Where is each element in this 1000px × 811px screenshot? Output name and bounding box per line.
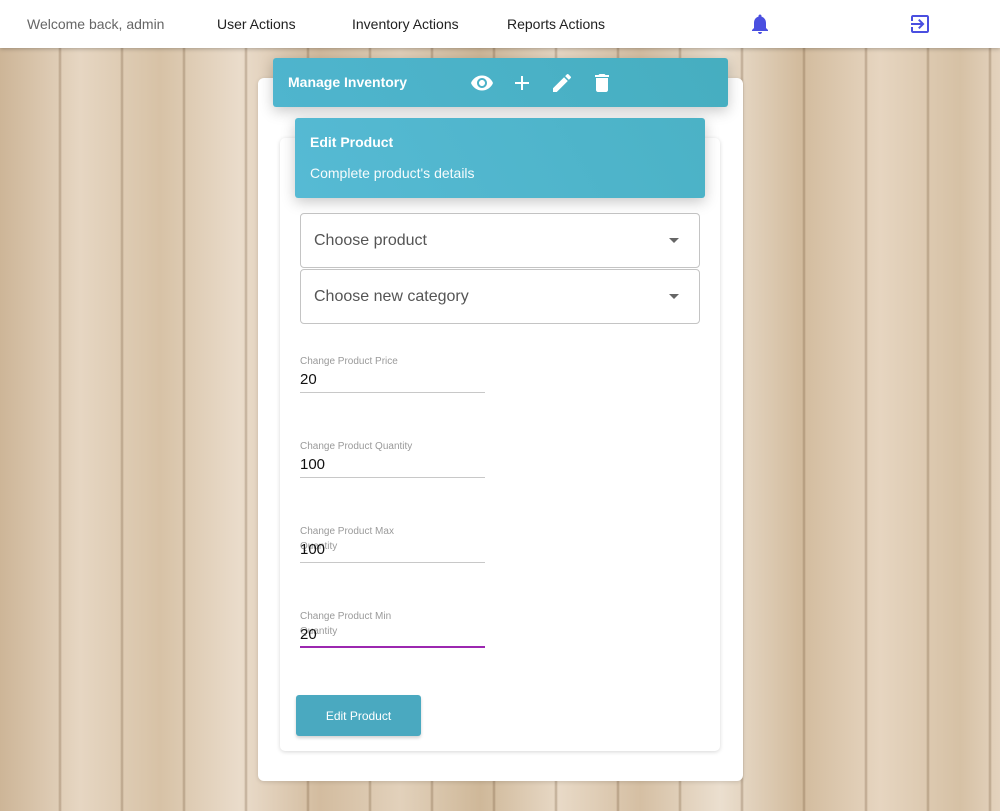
min-quantity-field: Change Product Min Quantity <box>300 609 485 657</box>
trash-icon[interactable] <box>590 71 614 95</box>
pencil-icon[interactable] <box>550 71 574 95</box>
welcome-text: Welcome back, admin <box>27 16 165 32</box>
edit-product-header: Edit Product Complete product's details <box>295 118 705 198</box>
field-underline <box>300 562 485 563</box>
edit-product-title: Edit Product <box>310 134 394 150</box>
price-field: Change Product Price <box>300 354 485 402</box>
edit-product-subtitle: Complete product's details <box>310 165 475 181</box>
max-quantity-field: Change Product Max Quantity <box>300 524 485 572</box>
field-underline <box>300 477 485 478</box>
manage-inventory-title: Manage Inventory <box>288 74 408 90</box>
nav-inventory-actions[interactable]: Inventory Actions <box>352 0 459 48</box>
logout-icon[interactable] <box>908 12 932 36</box>
quantity-input[interactable] <box>300 453 485 475</box>
eye-icon[interactable] <box>470 71 494 95</box>
dropdown-arrow-icon <box>662 284 686 308</box>
min-quantity-input[interactable] <box>300 623 485 645</box>
manage-inventory-header: Manage Inventory <box>273 58 728 107</box>
top-navbar: Welcome back, admin User Actions Invento… <box>0 0 1000 48</box>
quantity-field: Change Product Quantity <box>300 439 485 487</box>
quantity-field-label: Change Product Quantity <box>300 441 413 452</box>
bell-icon[interactable] <box>748 12 772 36</box>
max-quantity-input[interactable] <box>300 538 485 560</box>
plus-icon[interactable] <box>510 71 534 95</box>
category-select-value: Choose new category <box>314 288 469 305</box>
dropdown-arrow-icon <box>662 228 686 252</box>
product-select-value: Choose product <box>314 232 427 249</box>
product-select[interactable]: Choose product <box>300 213 700 268</box>
nav-reports-actions[interactable]: Reports Actions <box>507 0 605 48</box>
edit-product-button[interactable]: Edit Product <box>296 695 421 736</box>
category-select[interactable]: Choose new category <box>300 269 700 324</box>
price-field-label: Change Product Price <box>300 356 398 367</box>
field-underline <box>300 392 485 393</box>
nav-user-actions[interactable]: User Actions <box>217 0 296 48</box>
field-underline-focused <box>300 646 485 648</box>
price-input[interactable] <box>300 368 485 390</box>
